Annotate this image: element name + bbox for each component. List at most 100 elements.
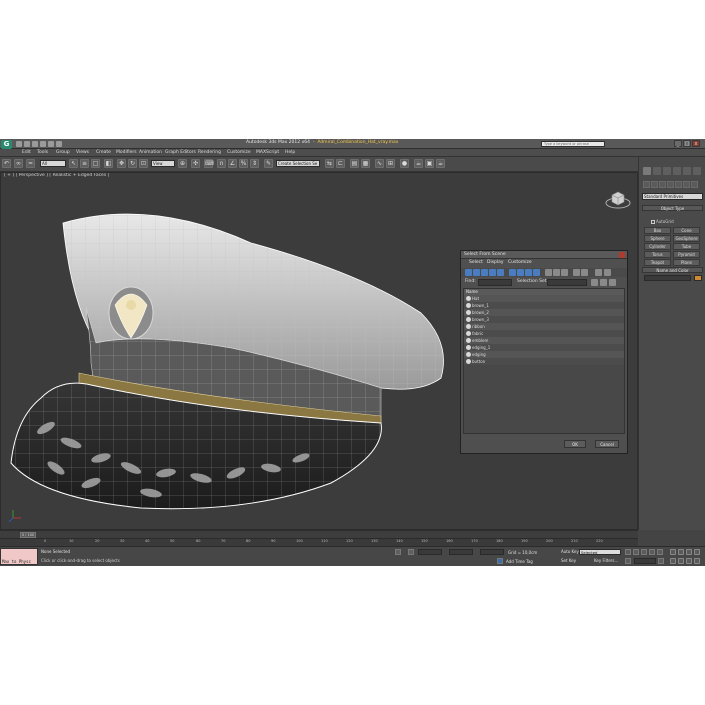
unlink-icon[interactable]: ≈ [26,159,35,168]
zoom-icon[interactable] [670,549,676,555]
object-color-swatch[interactable] [694,275,702,281]
list-item[interactable]: emblem [464,337,624,344]
display-geometry-icon[interactable] [465,269,472,276]
object-type-rollout[interactable]: Object Type [642,205,703,211]
display-spacewarps-icon[interactable] [509,269,516,276]
cylinder-button[interactable]: Cylinder [644,243,671,250]
absolute-mode-icon[interactable] [408,549,414,555]
shapes-category-icon[interactable] [651,181,658,188]
spinner-snap-icon[interactable]: ⇕ [250,159,259,168]
display-xrefs-icon[interactable] [525,269,532,276]
cameras-category-icon[interactable] [667,181,674,188]
zoom-extents-all-icon[interactable] [694,549,700,555]
lock-selection-icon[interactable] [395,549,401,555]
scene-object-list[interactable]: Name Hat brown_1 brown_2 brown_3 ribbon … [463,288,625,434]
tube-button[interactable]: Tube [673,243,700,250]
modify-tab-icon[interactable] [653,167,661,175]
keyboard-shortcut-icon[interactable]: ⌨ [204,159,214,168]
graphite-ribbon-icon[interactable]: ▦ [361,159,370,168]
pivot-icon[interactable]: ⊕ [178,159,187,168]
time-slider[interactable]: 0 / 100 [0,530,638,538]
list-item[interactable]: brown_3 [464,316,624,323]
name-and-color-rollout[interactable]: Name and Color [642,267,703,273]
menu-group[interactable]: Group [56,150,70,155]
autogrid-checkbox-box[interactable] [651,220,655,224]
key-mode-icon[interactable] [625,558,631,564]
dialog-title[interactable]: Select From Scene [461,251,627,259]
time-config-icon[interactable] [658,558,664,564]
time-tag-icon[interactable] [497,558,503,564]
display-all-icon[interactable] [545,269,552,276]
menu-rendering[interactable]: Rendering [198,150,221,155]
window-crossing-icon[interactable]: ◧ [104,159,113,168]
manipulate-icon[interactable]: ✣ [191,159,200,168]
select-invert-icon[interactable] [609,279,616,286]
menu-graph-editors[interactable]: Graph Editors [165,150,196,155]
hierarchy-tab-icon[interactable] [663,167,671,175]
utilities-tab-icon[interactable] [693,167,701,175]
key-selection-dropdown[interactable]: Selected [579,549,621,555]
mirror-icon[interactable]: ⇆ [325,159,334,168]
display-bones-icon[interactable] [533,269,540,276]
zoom-extents-icon[interactable] [686,549,692,555]
display-helpers-icon[interactable] [497,269,504,276]
play-icon[interactable] [641,549,647,555]
dialog-menu-display[interactable]: Display [487,260,504,265]
primitive-type-dropdown[interactable]: Standard Primitives [642,193,703,200]
menu-edit[interactable]: Edit [22,150,31,155]
snap-toggle-icon[interactable]: ∩ [217,159,226,168]
options-icon[interactable] [604,269,611,276]
dialog-close-icon[interactable] [619,252,625,258]
go-to-start-icon[interactable] [625,549,631,555]
cone-button[interactable]: Cone [673,227,700,234]
maximize-viewport-icon[interactable] [694,558,700,564]
current-frame-field[interactable] [634,558,656,564]
key-filters-button[interactable]: Key Filters... [594,558,618,563]
cancel-button[interactable]: Cancel [595,440,619,448]
viewcube-icon[interactable] [604,187,632,211]
list-item[interactable]: fabric [464,330,624,337]
menu-views[interactable]: Views [76,150,89,155]
edit-named-sel-icon[interactable]: ✎ [264,159,273,168]
lights-category-icon[interactable] [659,181,666,188]
set-key-button[interactable]: Set Key [561,558,576,563]
box-button[interactable]: Box [644,227,671,234]
material-editor-icon[interactable]: ● [400,159,409,168]
dialog-menu-select[interactable]: Select [469,260,483,265]
select-by-name-icon[interactable]: ≡ [80,159,89,168]
render-setup-icon[interactable]: ☕ [414,159,423,168]
list-item[interactable]: brown_1 [464,302,624,309]
list-item[interactable]: Hat [464,295,624,302]
close-window-button[interactable]: x [692,140,700,147]
list-item[interactable]: brown_2 [464,309,624,316]
link-icon[interactable]: ∞ [14,159,23,168]
go-to-end-icon[interactable] [657,549,663,555]
scale-icon[interactable]: ⊡ [139,159,148,168]
maxscript-listener[interactable]: Max to Physc [0,548,38,565]
save-file-icon[interactable] [32,141,38,147]
list-item[interactable]: ribbon [464,323,624,330]
selection-filter-dropdown[interactable]: All [40,160,66,167]
menu-customize[interactable]: Customize [227,150,251,155]
teapot-button[interactable]: Teapot [644,259,671,266]
open-file-icon[interactable] [24,141,30,147]
display-groups-icon[interactable] [517,269,524,276]
torus-button[interactable]: Torus [644,251,671,258]
geosphere-button[interactable]: GeoSphere [673,235,700,242]
geometry-category-icon[interactable] [643,181,650,188]
rendered-frame-icon[interactable]: ▣ [425,159,434,168]
rotate-icon[interactable]: ↻ [128,159,137,168]
hierarchy-icon[interactable] [581,269,588,276]
object-name-input[interactable] [644,275,691,281]
rect-region-icon[interactable]: □ [91,159,100,168]
select-object-icon[interactable]: ↖ [69,159,78,168]
sort-icon[interactable] [573,269,580,276]
select-all-icon[interactable] [591,279,598,286]
plane-button[interactable]: Plane [673,259,700,266]
render-icon[interactable]: ☕ [436,159,445,168]
ok-button[interactable]: OK [564,440,586,448]
field-of-view-icon[interactable] [670,558,676,564]
create-tab-icon[interactable] [643,167,651,175]
systems-category-icon[interactable] [691,181,698,188]
menu-animation[interactable]: Animation [139,150,162,155]
